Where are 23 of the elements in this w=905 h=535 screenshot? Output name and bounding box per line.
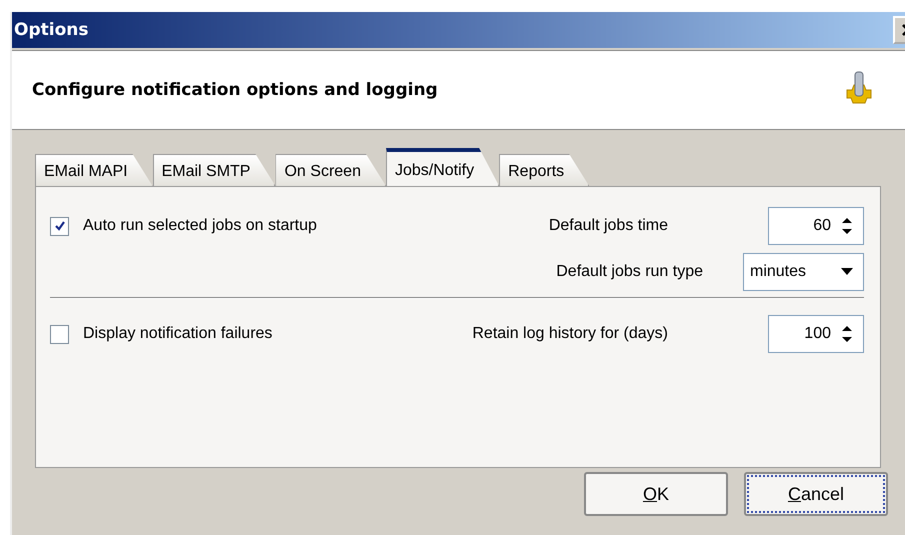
tab[interactable]: EMail MAPI bbox=[35, 154, 153, 186]
checkmark-icon bbox=[54, 220, 66, 232]
spin-arrows-icon bbox=[841, 324, 853, 344]
spin-arrows-icon bbox=[841, 216, 853, 236]
checkbox-label: Auto run selected jobs on startup bbox=[83, 217, 317, 235]
dialog-button[interactable]: Cancel bbox=[744, 472, 888, 516]
header-text: Configure notification options and logging bbox=[32, 80, 438, 100]
field-label: Default jobs time bbox=[548, 217, 668, 235]
field-label: Retain log history for (days) bbox=[472, 325, 668, 343]
window-title: Options bbox=[14, 20, 88, 40]
caret-icon bbox=[841, 268, 853, 276]
checkbox[interactable] bbox=[50, 216, 69, 236]
tab[interactable]: EMail SMTP bbox=[152, 154, 276, 186]
dropdown[interactable]: minutes bbox=[743, 253, 864, 291]
tab[interactable]: On Screen bbox=[275, 154, 386, 186]
field-label: Default jobs run type bbox=[556, 263, 703, 281]
dialog-button[interactable]: OK bbox=[584, 472, 728, 516]
number-spinner[interactable]: 60 bbox=[768, 207, 864, 245]
tab[interactable]: Reports bbox=[499, 154, 590, 186]
checkbox-label: Display notification failures bbox=[83, 325, 272, 343]
checkbox[interactable] bbox=[50, 324, 69, 344]
number-spinner[interactable]: 100 bbox=[768, 315, 864, 353]
tab[interactable]: Jobs/Notify bbox=[386, 148, 500, 186]
